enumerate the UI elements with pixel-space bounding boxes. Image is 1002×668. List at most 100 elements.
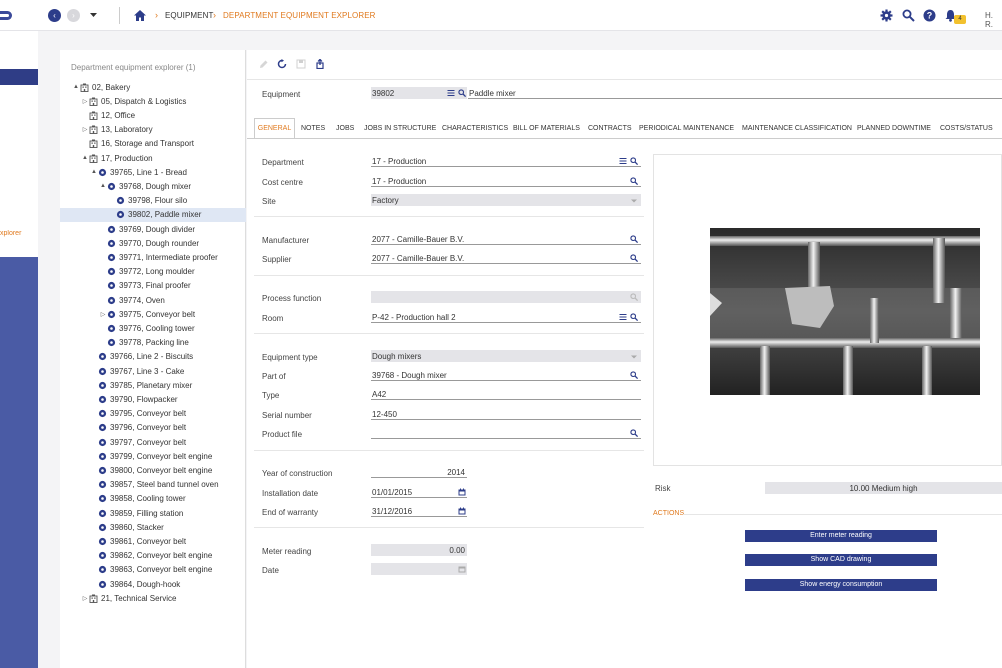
- tree-item[interactable]: 39863, Conveyor belt engine: [60, 563, 246, 577]
- tree-item[interactable]: 39799, Conveyor belt engine: [60, 449, 246, 463]
- search-icon[interactable]: [630, 371, 638, 379]
- equipment-type-field[interactable]: Dough mixers: [371, 350, 641, 362]
- tree-item[interactable]: 39785, Planetary mixer: [60, 378, 246, 392]
- tree-item[interactable]: 39864, Dough-hook: [60, 577, 246, 591]
- date-field[interactable]: [371, 563, 467, 575]
- tree-item[interactable]: 39771, Intermediate proofer: [60, 250, 246, 264]
- tree-item[interactable]: ▲ 02, Bakery: [60, 80, 246, 94]
- tree-item[interactable]: 12, Office: [60, 108, 246, 122]
- search-icon[interactable]: [630, 293, 638, 301]
- department-field[interactable]: 17 - Production: [371, 155, 641, 167]
- tree-item[interactable]: ▷ 39775, Conveyor belt: [60, 307, 246, 321]
- serial-number-field[interactable]: 12-450: [371, 408, 641, 420]
- search-icon[interactable]: [630, 313, 638, 321]
- breadcrumb-equipment[interactable]: EQUIPMENT: [165, 11, 213, 20]
- tab-periodical-maintenance[interactable]: PERIODICAL MAINTENANCE: [639, 125, 734, 132]
- collapse-toggle-icon[interactable]: ▷: [99, 311, 107, 318]
- meter-reading-field[interactable]: 0.00: [371, 544, 467, 556]
- expand-toggle-icon[interactable]: ▲: [90, 169, 98, 175]
- tree-item[interactable]: 39790, Flowpacker: [60, 392, 246, 406]
- tree-item[interactable]: 39860, Stacker: [60, 520, 246, 534]
- tree-item[interactable]: 39770, Dough rounder: [60, 236, 246, 250]
- collapse-toggle-icon[interactable]: ▷: [81, 595, 89, 602]
- tree-item[interactable]: 39767, Line 3 - Cake: [60, 364, 246, 378]
- tree-item[interactable]: 39769, Dough divider: [60, 222, 246, 236]
- help-icon[interactable]: ?: [923, 9, 936, 22]
- search-icon[interactable]: [630, 254, 638, 262]
- sidebar-item-active[interactable]: [0, 69, 38, 85]
- collapse-toggle-icon[interactable]: ▷: [81, 98, 89, 105]
- expand-toggle-icon[interactable]: ▲: [81, 155, 89, 161]
- save-icon[interactable]: [296, 59, 306, 69]
- installation-date-field[interactable]: 01/01/2015: [371, 486, 467, 498]
- calendar-icon[interactable]: [458, 507, 466, 515]
- expand-toggle-icon[interactable]: ▲: [72, 84, 80, 90]
- history-dropdown-icon[interactable]: [89, 12, 98, 19]
- tab-planned-downtime[interactable]: PLANNED DOWNTIME: [857, 125, 931, 132]
- tree-item[interactable]: ▷ 21, Technical Service: [60, 591, 246, 605]
- cost-centre-field[interactable]: 17 - Production: [371, 175, 641, 187]
- equipment-name-field[interactable]: Paddle mixer: [468, 87, 1002, 99]
- type-field[interactable]: A42: [371, 388, 641, 400]
- tab-maintenance-classification[interactable]: MAINTENANCE CLASSIFICATION: [742, 125, 852, 132]
- list-icon[interactable]: [447, 89, 455, 97]
- part-of-field[interactable]: 39768 - Dough mixer: [371, 369, 641, 381]
- refresh-icon[interactable]: [277, 59, 287, 69]
- end-of-warranty-field[interactable]: 31/12/2016: [371, 505, 467, 517]
- supplier-field[interactable]: 2077 - Camille-Bauer B.V.: [371, 252, 641, 264]
- list-icon[interactable]: [619, 157, 627, 165]
- enter-meter-reading-button[interactable]: Enter meter reading: [745, 530, 937, 542]
- year-of-construction-field[interactable]: 2014: [371, 466, 467, 478]
- show-cad-drawing-button[interactable]: Show CAD drawing: [745, 554, 937, 566]
- tree-item[interactable]: 39773, Final proofer: [60, 279, 246, 293]
- process-function-field[interactable]: [371, 291, 641, 303]
- manufacturer-field[interactable]: 2077 - Camille-Bauer B.V.: [371, 233, 641, 245]
- search-icon[interactable]: [630, 177, 638, 185]
- search-icon[interactable]: [630, 429, 638, 437]
- search-icon[interactable]: [630, 157, 638, 165]
- collapse-toggle-icon[interactable]: ▷: [81, 126, 89, 133]
- tree-item[interactable]: 39796, Conveyor belt: [60, 421, 246, 435]
- tree-item[interactable]: 16, Storage and Transport: [60, 137, 246, 151]
- chevron-down-icon[interactable]: [630, 197, 638, 205]
- tab-characteristics[interactable]: CHARACTERISTICS: [442, 125, 508, 132]
- show-energy-consumption-button[interactable]: Show energy consumption: [745, 579, 937, 591]
- search-icon[interactable]: [902, 9, 915, 22]
- product-file-field[interactable]: [371, 427, 641, 439]
- tree-item[interactable]: ▷ 13, Laboratory: [60, 123, 246, 137]
- tab-jobs[interactable]: JOBS: [336, 125, 354, 132]
- risk-field[interactable]: 10.00 Medium high: [765, 482, 1002, 494]
- tree-item[interactable]: ▷ 05, Dispatch & Logistics: [60, 94, 246, 108]
- tree-item[interactable]: 39857, Steel band tunnel oven: [60, 478, 246, 492]
- tree-item[interactable]: ▲ 39765, Line 1 - Bread: [60, 165, 246, 179]
- chevron-down-icon[interactable]: [630, 353, 638, 361]
- sidebar-item-explorer[interactable]: xplorer: [0, 230, 38, 237]
- search-icon[interactable]: [458, 89, 466, 97]
- tree-item[interactable]: 39797, Conveyor belt: [60, 435, 246, 449]
- tree-item[interactable]: 39861, Conveyor belt: [60, 534, 246, 548]
- user-menu[interactable]: H. R.: [985, 11, 1002, 29]
- room-field[interactable]: P-42 - Production hall 2: [371, 311, 641, 323]
- tab-general[interactable]: GENERAL: [254, 118, 295, 138]
- tree-item[interactable]: 39859, Filling station: [60, 506, 246, 520]
- tab-contracts[interactable]: CONTRACTS: [588, 125, 632, 132]
- tab-notes[interactable]: NOTES: [301, 125, 325, 132]
- tab-jobs-in-structure[interactable]: JOBS IN STRUCTURE: [364, 125, 436, 132]
- tree-item[interactable]: 39774, Oven: [60, 293, 246, 307]
- back-icon[interactable]: ‹: [48, 9, 61, 22]
- edit-icon[interactable]: [259, 59, 269, 69]
- tab-bill-of-materials[interactable]: BILL OF MATERIALS: [513, 125, 580, 132]
- tree-item[interactable]: 39766, Line 2 - Biscuits: [60, 350, 246, 364]
- home-icon[interactable]: [133, 9, 147, 22]
- tree-item[interactable]: 39798, Flour silo: [60, 194, 246, 208]
- tree-item[interactable]: 39800, Conveyor belt engine: [60, 463, 246, 477]
- tree-item[interactable]: 39772, Long moulder: [60, 265, 246, 279]
- export-icon[interactable]: [315, 59, 325, 69]
- tree-item[interactable]: 39858, Cooling tower: [60, 492, 246, 506]
- calendar-icon[interactable]: [458, 488, 466, 496]
- tree-item[interactable]: 39778, Packing line: [60, 336, 246, 350]
- tree-item[interactable]: ▲ 17, Production: [60, 151, 246, 165]
- expand-toggle-icon[interactable]: ▲: [99, 183, 107, 189]
- forward-icon[interactable]: ›: [67, 9, 80, 22]
- tab-costs-status[interactable]: COSTS/STATUS: [940, 125, 993, 132]
